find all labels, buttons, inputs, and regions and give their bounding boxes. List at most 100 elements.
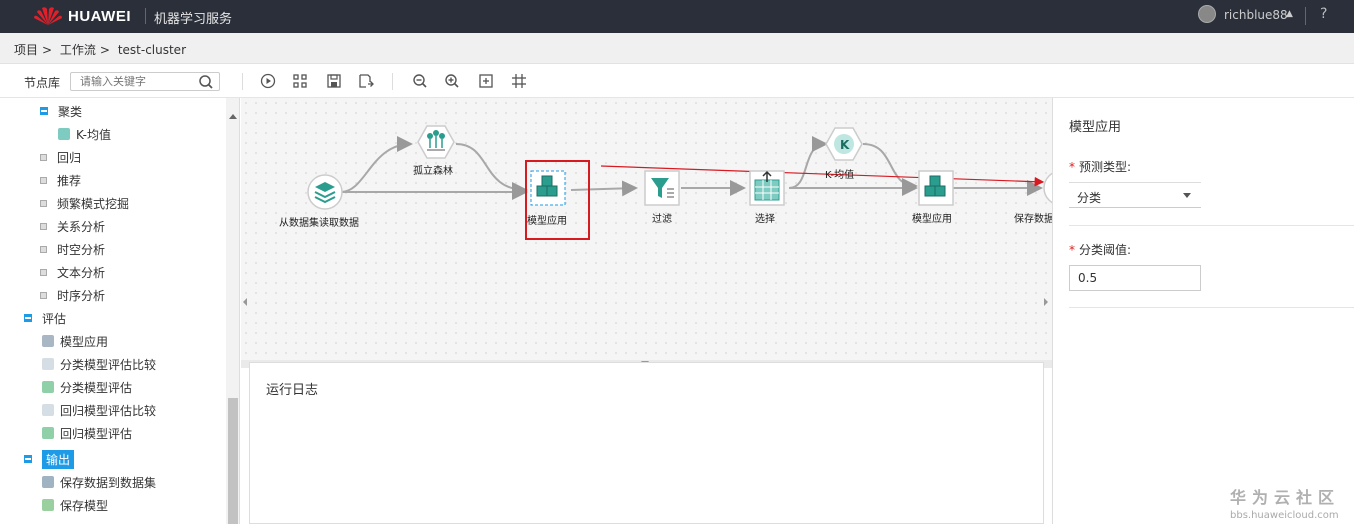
tree-category-clustering[interactable]: 聚类 [40, 101, 82, 121]
collapse-icon[interactable] [40, 107, 48, 115]
tree-label: 回归模型评估 [60, 426, 133, 441]
tree-category-spatiotemporal[interactable]: 时空分析 [40, 239, 105, 259]
search-icon[interactable] [198, 74, 214, 90]
chevron-right-icon: > [42, 43, 53, 57]
tree-label: 分类模型评估比较 [60, 357, 157, 372]
workflow-edges: K [243, 125, 1052, 306]
toolbar: 节点库 [0, 64, 1354, 98]
compare-icon [42, 358, 54, 370]
save-icon[interactable] [326, 73, 342, 89]
tree-leaf-cls-eval[interactable]: 分类模型评估 [42, 377, 132, 397]
node-filter[interactable] [644, 170, 680, 206]
fit-screen-icon[interactable] [478, 73, 494, 89]
brand-name: HUAWEI [68, 7, 131, 25]
node-model-apply-2[interactable] [918, 170, 954, 206]
expand-icon[interactable] [40, 222, 47, 230]
caret-up-icon[interactable]: ▲ [1286, 9, 1293, 19]
run-icon[interactable] [260, 73, 276, 89]
watermark-cn: 华为云社区 [1230, 488, 1341, 507]
tree-label: 关系分析 [57, 219, 106, 234]
toolbar-divider [242, 73, 243, 90]
collapse-icon[interactable] [24, 314, 32, 322]
expand-icon[interactable] [40, 245, 47, 253]
scroll-up-icon[interactable] [229, 114, 237, 119]
evaluate-icon [42, 427, 54, 439]
expand-icon[interactable] [40, 199, 47, 207]
breadcrumb: 项目 > 工作流 > test-cluster [0, 33, 1354, 64]
expand-icon[interactable] [40, 291, 47, 299]
threshold-input[interactable]: 0.5 [1069, 265, 1201, 291]
scroll-thumb[interactable] [228, 398, 238, 524]
tree-category-frequent-pattern[interactable]: 频繁模式挖掘 [40, 193, 129, 213]
node-select[interactable] [749, 170, 785, 206]
label-text: 分类阈值: [1079, 243, 1132, 257]
node-label: 过滤 [652, 214, 672, 225]
tree-label: 保存数据到数据集 [60, 475, 157, 490]
node-isolation-forest[interactable] [417, 125, 455, 159]
tree-leaf-reg-compare[interactable]: 回归模型评估比较 [42, 400, 156, 420]
avatar[interactable] [1198, 5, 1216, 23]
run-log-panel: 运行日志 [249, 362, 1044, 524]
tree-leaf-cls-compare[interactable]: 分类模型评估比较 [42, 354, 156, 374]
workflow-canvas[interactable]: K 从数据集读取数据 孤立森林 模型应用 过滤 选择 K-均值 模型应用 保存数… [241, 98, 1052, 360]
node-save-data[interactable] [1043, 171, 1052, 205]
breadcrumb-item-project[interactable]: 项目 [14, 43, 38, 57]
chevron-down-icon[interactable] [1183, 193, 1191, 198]
tree-leaf-save-model[interactable]: 保存模型 [42, 495, 108, 515]
grid-icon[interactable] [511, 73, 527, 89]
node-label: 孤立森林 [413, 166, 453, 177]
tree-category-evaluate[interactable]: 评估 [24, 308, 66, 328]
tree-category-recommend[interactable]: 推荐 [40, 170, 81, 190]
tree-leaf-model-apply[interactable]: 模型应用 [42, 331, 108, 351]
tree-category-relation[interactable]: 关系分析 [40, 216, 105, 236]
watermark-url: bbs.huaweicloud.com [1230, 510, 1339, 521]
properties-title: 模型应用 [1069, 120, 1122, 135]
app-title[interactable]: 机器学习服务 [154, 8, 232, 27]
threshold-label: * 分类阈值: [1069, 241, 1131, 258]
node-label: 模型应用 [912, 214, 952, 225]
tree-label: 回归 [57, 150, 82, 165]
save-as-icon[interactable] [358, 73, 374, 89]
compare-icon [42, 404, 54, 416]
kmeans-icon [58, 128, 70, 140]
evaluate-icon [42, 381, 54, 393]
expand-icon[interactable] [40, 268, 47, 276]
log-title: 运行日志 [266, 383, 319, 398]
tree-category-timeseries[interactable]: 时序分析 [40, 285, 105, 305]
collapse-icon[interactable] [24, 455, 32, 463]
expand-icon[interactable] [40, 153, 47, 161]
huawei-flower-icon [34, 7, 62, 25]
tree-label: 保存模型 [60, 498, 109, 513]
tree-label: 频繁模式挖掘 [57, 196, 130, 211]
predict-type-select[interactable]: 分类 [1069, 182, 1201, 208]
divider [1069, 307, 1354, 308]
breadcrumb-item-workflow[interactable]: 工作流 [60, 43, 96, 57]
huawei-logo[interactable]: HUAWEI [32, 4, 150, 28]
node-kmeans[interactable]: K [825, 127, 863, 161]
tree-leaf-reg-eval[interactable]: 回归模型评估 [42, 423, 132, 443]
tree-category-text[interactable]: 文本分析 [40, 262, 105, 282]
layout-icon[interactable] [292, 73, 308, 89]
collapse-right-icon[interactable] [1044, 298, 1048, 306]
chevron-right-icon: > [99, 43, 110, 57]
tree-category-regression[interactable]: 回归 [40, 147, 81, 167]
save-model-icon [42, 499, 54, 511]
zoom-out-icon[interactable] [412, 73, 428, 89]
tree-leaf-kmeans[interactable]: K-均值 [58, 124, 111, 144]
node-label: K-均值 [825, 170, 855, 181]
search-input[interactable] [71, 73, 191, 90]
sidebar-scrollbar[interactable] [226, 98, 239, 524]
node-label: 保存数据 [1014, 214, 1052, 225]
tree-category-output[interactable]: 输出 [24, 449, 75, 469]
edge [862, 143, 918, 194]
tree-label: 推荐 [57, 173, 82, 188]
node-read-dataset[interactable] [307, 174, 343, 210]
zoom-in-icon[interactable] [444, 73, 460, 89]
tree-label: 时空分析 [57, 242, 106, 257]
tree-label: 模型应用 [60, 334, 109, 349]
expand-icon[interactable] [40, 176, 47, 184]
user-name[interactable]: richblue88 [1224, 8, 1288, 22]
help-icon[interactable]: ? [1320, 6, 1327, 22]
tree-leaf-save-dataset[interactable]: 保存数据到数据集 [42, 472, 156, 492]
collapse-left-icon[interactable] [243, 298, 247, 306]
